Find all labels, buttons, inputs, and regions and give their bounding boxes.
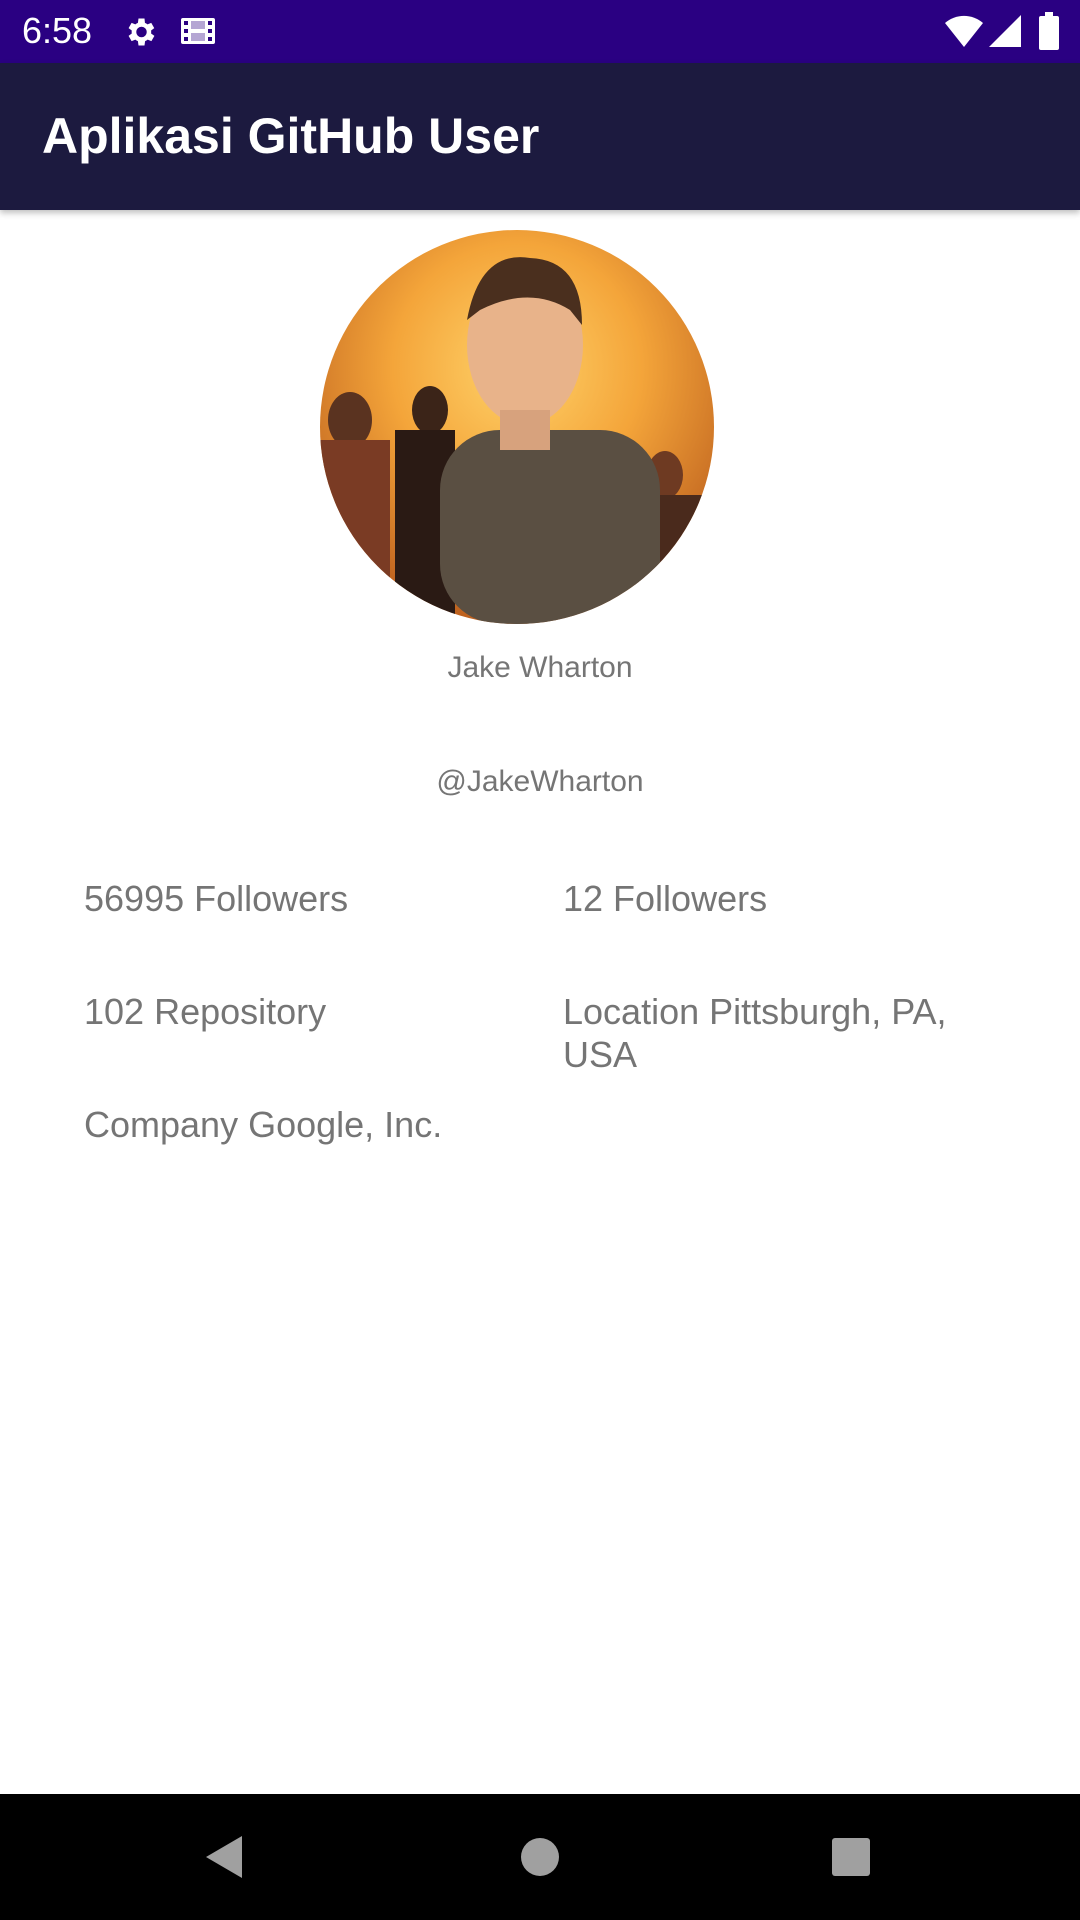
wifi-icon xyxy=(944,14,984,53)
user-company: Company Google, Inc. xyxy=(84,1104,443,1145)
recents-icon[interactable] xyxy=(816,1822,886,1892)
signal-icon xyxy=(988,14,1022,53)
settings-icon xyxy=(122,14,158,55)
following-count: 12 Followers xyxy=(563,878,768,919)
status-time: 6:58 xyxy=(22,10,93,51)
user-location: Location Pittsburgh, PA, USA xyxy=(563,991,947,1075)
user-username: @JakeWharton xyxy=(436,765,644,798)
film-icon xyxy=(180,15,216,52)
user-name: Jake Wharton xyxy=(447,651,633,684)
home-icon[interactable] xyxy=(505,1822,575,1892)
navigation-bar xyxy=(0,1794,1080,1920)
followers-count: 56995 Followers xyxy=(84,878,349,919)
app-title: Aplikasi GitHub User xyxy=(42,108,540,164)
user-avatar xyxy=(320,230,714,624)
repository-count: 102 Repository xyxy=(84,991,327,1032)
battery-icon xyxy=(1038,12,1060,55)
status-bar: 6:58 xyxy=(0,0,1080,63)
back-icon[interactable] xyxy=(190,1822,260,1892)
app-bar: Aplikasi GitHub User xyxy=(0,63,1080,210)
